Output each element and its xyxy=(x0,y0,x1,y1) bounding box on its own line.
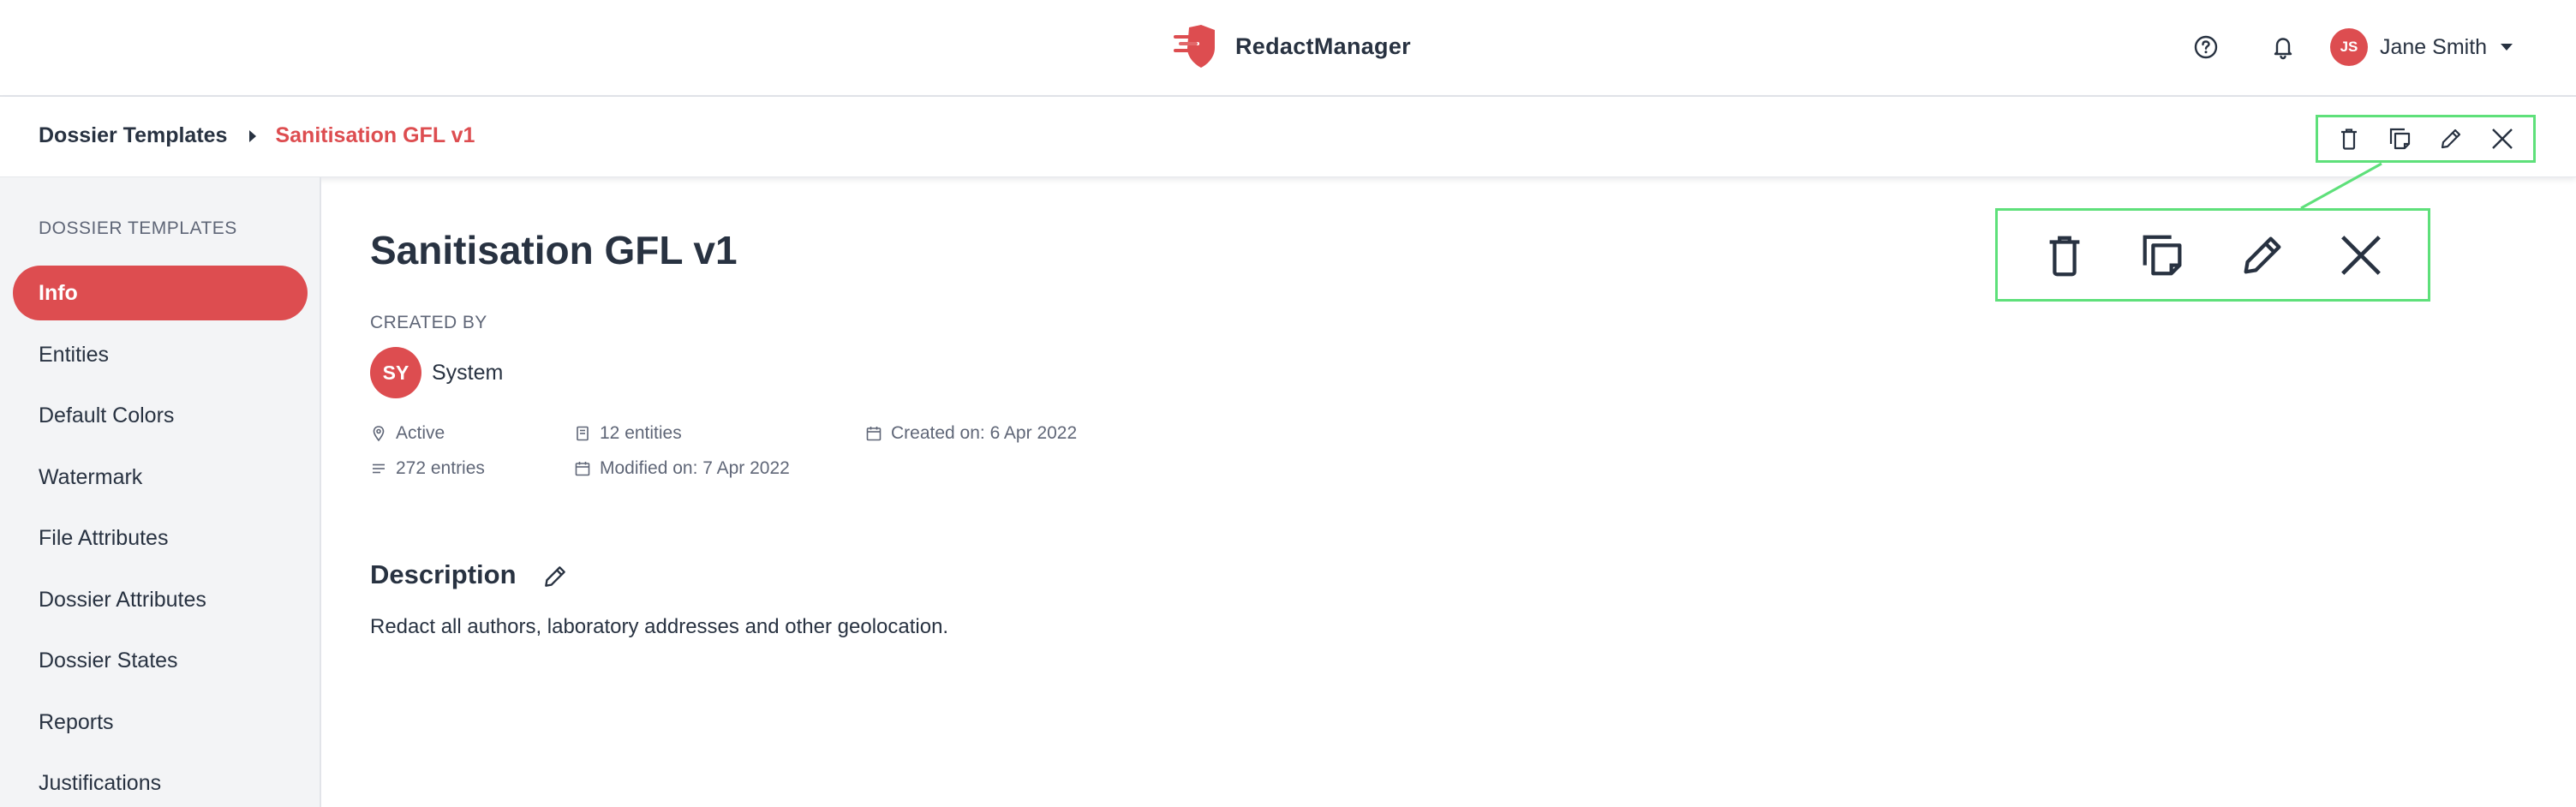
sidebar-item-reports[interactable]: Reports xyxy=(13,695,308,750)
calendar-icon xyxy=(866,427,882,441)
pencil-icon xyxy=(545,566,565,587)
sidebar: DOSSIER TEMPLATES Info Entities Default … xyxy=(0,177,321,807)
breadcrumb-root-link[interactable]: Dossier Templates xyxy=(39,123,227,148)
top-bar: RedactManager JS Jane Smith xyxy=(0,0,2576,97)
creator: SY System xyxy=(370,347,503,398)
help-icon xyxy=(2194,35,2218,59)
breadcrumb: Dossier Templates Sanitisation GFL v1 xyxy=(39,123,475,148)
sidebar-item-watermark[interactable]: Watermark xyxy=(13,450,308,505)
entries-stat: 272 entries xyxy=(370,458,485,479)
edit-template-button[interactable] xyxy=(2438,126,2464,152)
user-avatar: JS xyxy=(2330,28,2368,66)
shield-logo-icon xyxy=(1174,25,1215,68)
user-menu[interactable]: JS Jane Smith xyxy=(2330,28,2513,66)
creator-avatar: SY xyxy=(370,347,421,398)
edit-description-button[interactable] xyxy=(541,563,569,590)
sidebar-item-default-colors[interactable]: Default Colors xyxy=(13,388,308,443)
breadcrumb-bar: Dossier Templates Sanitisation GFL v1 xyxy=(0,97,2576,177)
copy-icon xyxy=(2389,128,2410,150)
user-name: Jane Smith xyxy=(2380,34,2488,59)
sidebar-item-dossier-attributes[interactable]: Dossier Attributes xyxy=(13,572,308,627)
bell-icon xyxy=(2274,38,2292,60)
chevron-right-icon xyxy=(249,129,257,142)
template-actions xyxy=(2316,115,2536,163)
calendar-icon xyxy=(575,462,590,476)
help-button[interactable] xyxy=(2191,33,2220,62)
modified-on-value: Modified on: 7 Apr 2022 xyxy=(600,458,790,478)
pencil-icon xyxy=(2442,129,2461,149)
notifications-button[interactable] xyxy=(2268,33,2298,62)
lines-icon xyxy=(373,463,385,474)
sidebar-item-justifications[interactable]: Justifications xyxy=(13,756,308,807)
creator-name: System xyxy=(432,360,504,385)
status-stat: Active xyxy=(370,423,445,444)
book-icon xyxy=(577,426,589,441)
app-name: RedactManager xyxy=(1235,33,1411,59)
delete-template-button[interactable] xyxy=(2336,126,2362,152)
trash-icon xyxy=(2340,129,2357,150)
chevron-down-icon xyxy=(2501,44,2513,51)
breadcrumb-current: Sanitisation GFL v1 xyxy=(275,123,475,147)
sidebar-item-dossier-states[interactable]: Dossier States xyxy=(13,633,308,688)
sidebar-title: DOSSIER TEMPLATES xyxy=(39,218,237,238)
created-by-label: CREATED BY xyxy=(370,313,487,332)
close-template-button[interactable] xyxy=(2489,126,2515,152)
main-content: Sanitisation GFL v1 CREATED BY SY System… xyxy=(323,177,2576,807)
sidebar-item-info[interactable]: Info xyxy=(13,266,308,320)
entities-value: 12 entities xyxy=(600,423,682,443)
created-on-stat: Created on: 6 Apr 2022 xyxy=(865,423,1077,444)
entries-value: 272 entries xyxy=(396,458,485,478)
page-title: Sanitisation GFL v1 xyxy=(370,228,738,272)
sidebar-item-file-attributes[interactable]: File Attributes xyxy=(13,511,308,565)
clone-template-button[interactable] xyxy=(2388,126,2413,152)
description-heading: Description xyxy=(370,559,517,589)
app-logo[interactable]: RedactManager xyxy=(1172,22,1411,70)
status-value: Active xyxy=(396,423,445,443)
description-text: Redact all authors, laboratory addresses… xyxy=(370,615,949,638)
created-on-value: Created on: 6 Apr 2022 xyxy=(891,423,1078,443)
sidebar-item-entities[interactable]: Entities xyxy=(13,327,308,382)
pin-icon xyxy=(373,426,385,442)
entities-stat: 12 entities xyxy=(574,423,682,444)
close-icon xyxy=(2492,129,2513,149)
modified-on-stat: Modified on: 7 Apr 2022 xyxy=(574,458,790,479)
